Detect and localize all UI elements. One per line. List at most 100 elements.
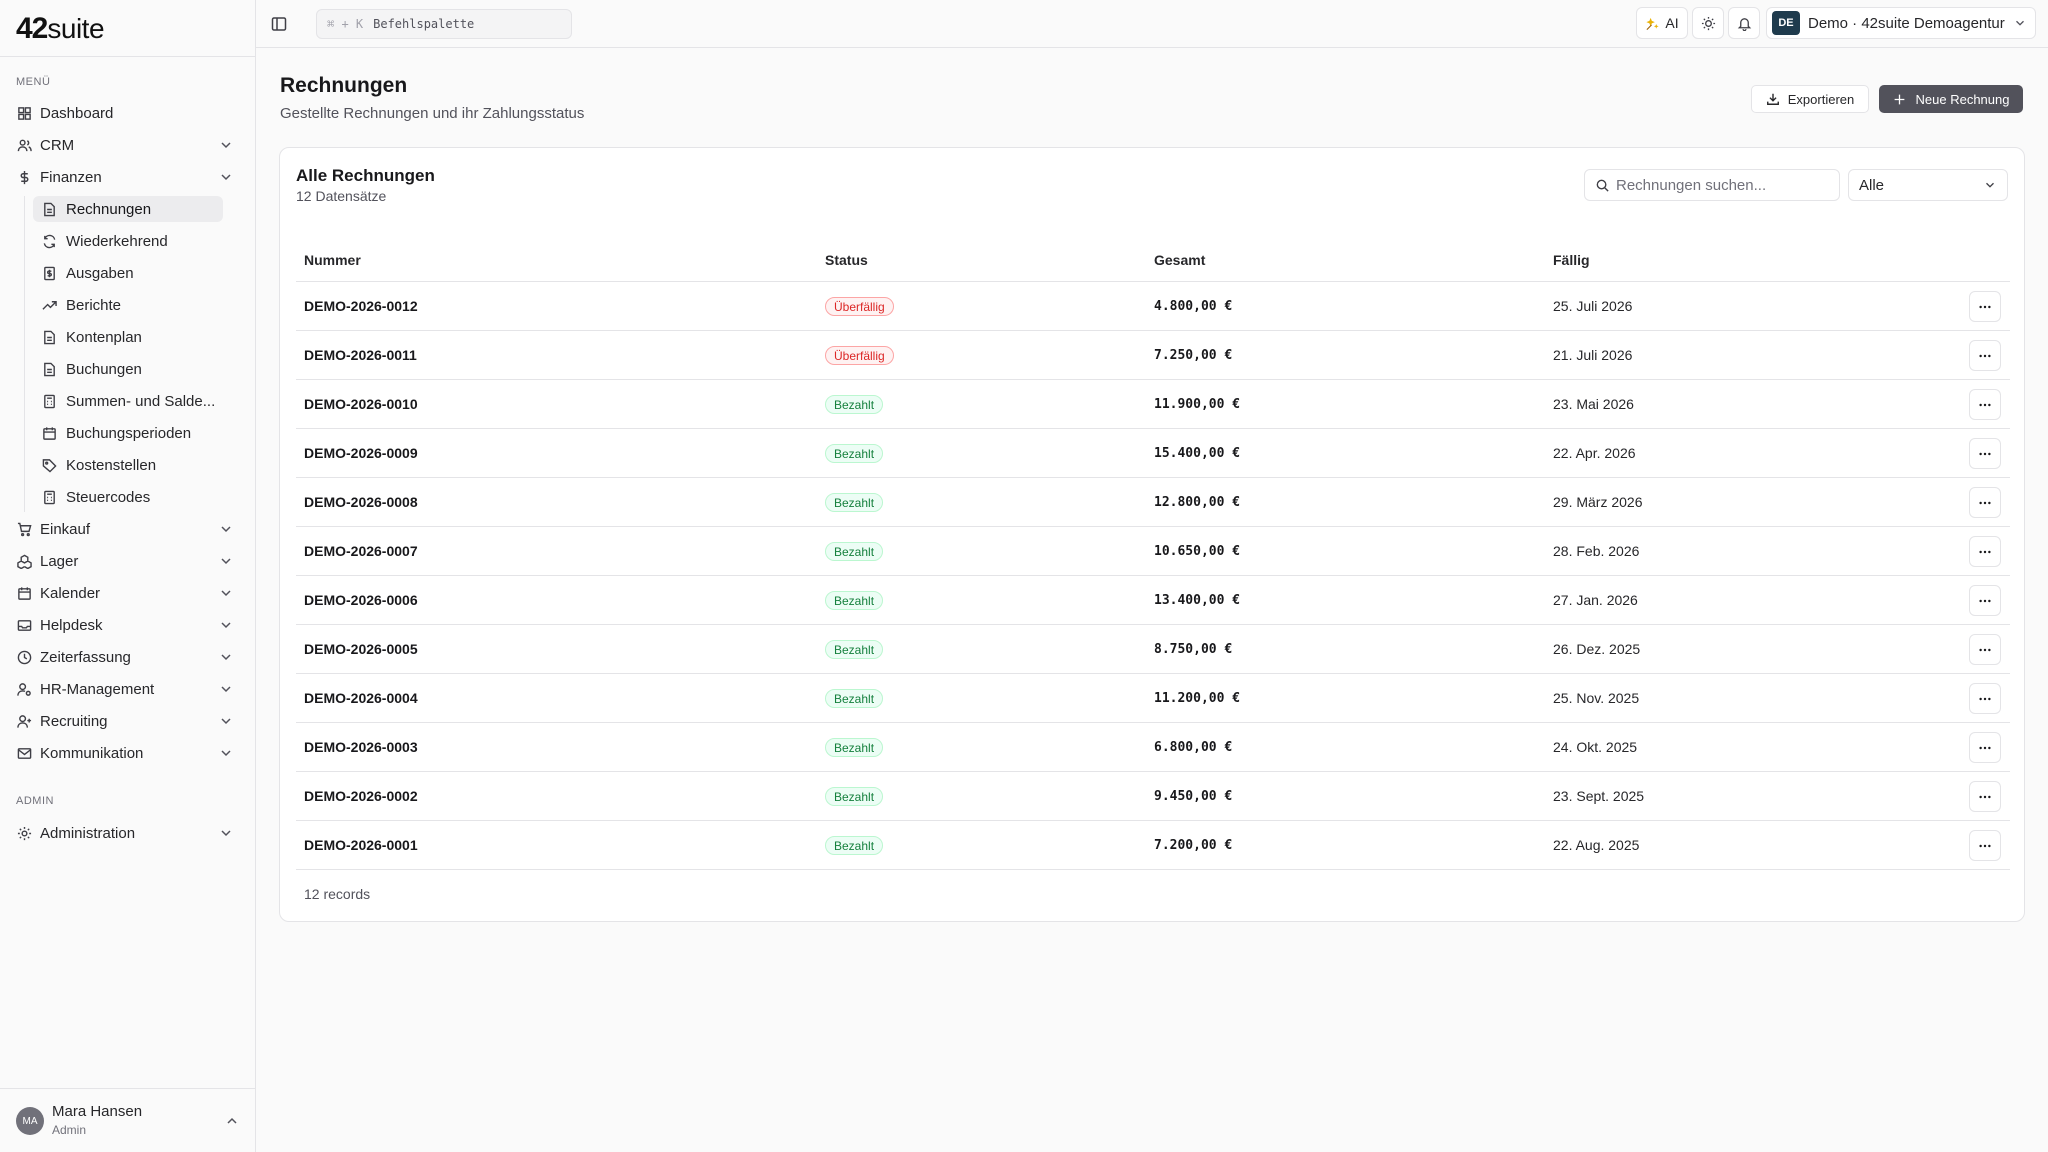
row-actions-button[interactable] (1969, 732, 2001, 763)
sidebar-subitem-buchungsperioden[interactable]: Buchungsperioden (33, 420, 223, 446)
row-actions-button[interactable] (1969, 781, 2001, 812)
calculator-icon (41, 393, 57, 409)
column-header-due[interactable]: Fällig (1553, 252, 1590, 268)
column-header-status[interactable]: Status (825, 252, 868, 268)
row-actions-button[interactable] (1969, 389, 2001, 420)
sidebar-subitem-summen-salden[interactable]: Summen- und Salde... (33, 388, 223, 414)
sidebar-subitem-label: Summen- und Salde... (66, 392, 216, 410)
dollar-icon (16, 169, 32, 185)
invoice-total: 12.800,00 € (1154, 495, 1241, 510)
plus-icon (1894, 94, 1904, 104)
sidebar-item-helpdesk[interactable]: Helpdesk (8, 612, 246, 638)
organization-switcher[interactable]: DE Demo · 42suite Demoagentur (1766, 7, 2036, 39)
ai-button[interactable]: AI (1636, 7, 1688, 39)
user-menu[interactable]: MA Mara Hansen Admin (0, 1088, 256, 1152)
table-row[interactable]: DEMO-2026-0006 Bezahlt 13.400,00 € 27. Jan.… (296, 576, 2010, 625)
sidebar-subitem-wiederkehrend[interactable]: Wiederkehrend (33, 228, 223, 254)
user-plus-icon (16, 713, 32, 729)
invoice-due-date: 23. Sept. 2025 (1553, 788, 1645, 804)
ai-label: AI (1665, 15, 1679, 31)
sidebar-item-kalender[interactable]: Kalender (8, 580, 246, 606)
table-row[interactable]: DEMO-2026-0010 Bezahlt 11.900,00 € 23. Mai … (296, 380, 2010, 429)
row-actions-button[interactable] (1969, 340, 2001, 371)
sidebar-subitem-rechnungen[interactable]: Rechnungen (33, 196, 223, 222)
sidebar-item-finanzen[interactable]: Finanzen (8, 164, 246, 190)
sidebar-item-label: Einkauf (40, 520, 91, 538)
sidebar-item-label: Recruiting (40, 712, 108, 730)
invoices-card: Alle Rechnungen 12 Datensätze Alle Numme… (279, 147, 2025, 922)
column-header-total[interactable]: Gesamt (1154, 252, 1205, 268)
command-palette-button[interactable]: ⌘ + K Befehlspalette (316, 9, 572, 39)
sidebar-item-label: Dashboard (40, 104, 114, 122)
status-badge: Überfällig (825, 346, 894, 365)
card-title: Alle Rechnungen (296, 166, 435, 185)
invoice-number: DEMO-2026-0004 (304, 690, 418, 706)
row-actions-button[interactable] (1969, 487, 2001, 518)
invoice-total: 9.450,00 € (1154, 789, 1233, 804)
topbar: ⌘ + K Befehlspalette AI DE Demo · 42suit… (256, 0, 2048, 48)
invoice-total: 11.200,00 € (1154, 691, 1241, 706)
sidebar-subitem-buchungen[interactable]: Buchungen (33, 356, 223, 382)
file-icon (41, 329, 57, 345)
table-row[interactable]: DEMO-2026-0001 Bezahlt 7.200,00 € 22. Aug. … (296, 821, 2010, 870)
sidebar-item-recruiting[interactable]: Recruiting (8, 708, 246, 734)
download-icon (1766, 93, 1779, 105)
table-row[interactable]: DEMO-2026-0005 Bezahlt 8.750,00 € 26. Dez. … (296, 625, 2010, 674)
table-row[interactable]: DEMO-2026-0004 Bezahlt 11.200,00 € 25. Nov.… (296, 674, 2010, 723)
sidebar-item-kommunikation[interactable]: Kommunikation (8, 740, 246, 766)
sidebar-item-lager[interactable]: Lager (8, 548, 246, 574)
logo[interactable]: 42 suite (16, 12, 105, 46)
chevron-down-icon (221, 830, 231, 837)
user-role: Admin (52, 1123, 87, 1137)
search-icon (1596, 179, 1609, 192)
row-actions-button[interactable] (1969, 585, 2001, 616)
search-input[interactable] (1616, 176, 1836, 194)
invoice-total: 10.650,00 € (1154, 544, 1241, 559)
export-button[interactable]: Exportieren (1751, 85, 1869, 113)
sidebar-subitem-berichte[interactable]: Berichte (33, 292, 223, 318)
row-actions-button[interactable] (1969, 634, 2001, 665)
table-row[interactable]: DEMO-2026-0008 Bezahlt 12.800,00 € 29. März… (296, 478, 2010, 527)
column-header-number[interactable]: Nummer (304, 252, 361, 268)
row-actions-button[interactable] (1969, 291, 2001, 322)
submenu-line (24, 196, 25, 512)
sidebar-item-zeiterfassung[interactable]: Zeiterfassung (8, 644, 246, 670)
invoice-number: DEMO-2026-0009 (304, 445, 418, 461)
table-row[interactable]: DEMO-2026-0003 Bezahlt 6.800,00 € 24. Okt. … (296, 723, 2010, 772)
toggle-sidebar-button[interactable] (265, 10, 293, 38)
row-actions-button[interactable] (1969, 683, 2001, 714)
table-row[interactable]: DEMO-2026-0011 Überfällig 7.250,00 € 21. Ju… (296, 331, 2010, 380)
invoice-due-date: 22. Aug. 2025 (1553, 837, 1640, 853)
new-invoice-button[interactable]: Neue Rechnung (1879, 85, 2023, 113)
sidebar-subitem-ausgaben[interactable]: Ausgaben (33, 260, 223, 286)
sidebar-subitem-kostenstellen[interactable]: Kostenstellen (33, 452, 223, 478)
invoice-total: 8.750,00 € (1154, 642, 1233, 657)
status-badge: Bezahlt (825, 738, 884, 757)
sidebar-item-crm[interactable]: CRM (8, 132, 246, 158)
sidebar-item-einkauf[interactable]: Einkauf (8, 516, 246, 542)
sidebar-item-hr-management[interactable]: HR-Management (8, 676, 246, 702)
status-badge: Bezahlt (825, 395, 884, 414)
sidebar-subitem-steuercodes[interactable]: Steuercodes (33, 484, 223, 510)
table-row[interactable]: DEMO-2026-0002 Bezahlt 9.450,00 € 23. Sept.… (296, 772, 2010, 821)
row-actions-button[interactable] (1969, 830, 2001, 861)
row-actions-button[interactable] (1969, 438, 2001, 469)
table-row[interactable]: DEMO-2026-0009 Bezahlt 15.400,00 € 22. Apr.… (296, 429, 2010, 478)
more-horizontal-icon (1979, 795, 1991, 798)
status-filter-select[interactable]: Alle (1848, 169, 2008, 201)
grid-icon (16, 105, 32, 121)
sidebar-item-dashboard[interactable]: Dashboard (8, 100, 246, 126)
table-row[interactable]: DEMO-2026-0012 Überfällig 4.800,00 € 25. Ju… (296, 282, 2010, 331)
sidebar-subitem-kontenplan[interactable]: Kontenplan (33, 324, 223, 350)
row-actions-button[interactable] (1969, 536, 2001, 567)
sidebar-item-label: HR-Management (40, 680, 155, 698)
org-label: Demo · 42suite Demoagentur (1808, 14, 2005, 32)
table-row[interactable]: DEMO-2026-0007 Bezahlt 10.650,00 € 28. Feb.… (296, 527, 2010, 576)
sidebar: 42 suite MENÜ Dashboard CRM Finanzen Rech… (0, 0, 256, 1152)
notifications-button[interactable] (1728, 7, 1760, 39)
theme-toggle-button[interactable] (1692, 7, 1724, 39)
sidebar-item-administration[interactable]: Administration (8, 820, 246, 846)
sidebar-item-label: Finanzen (40, 168, 102, 186)
refresh-icon (41, 233, 57, 249)
mail-icon (16, 745, 32, 761)
